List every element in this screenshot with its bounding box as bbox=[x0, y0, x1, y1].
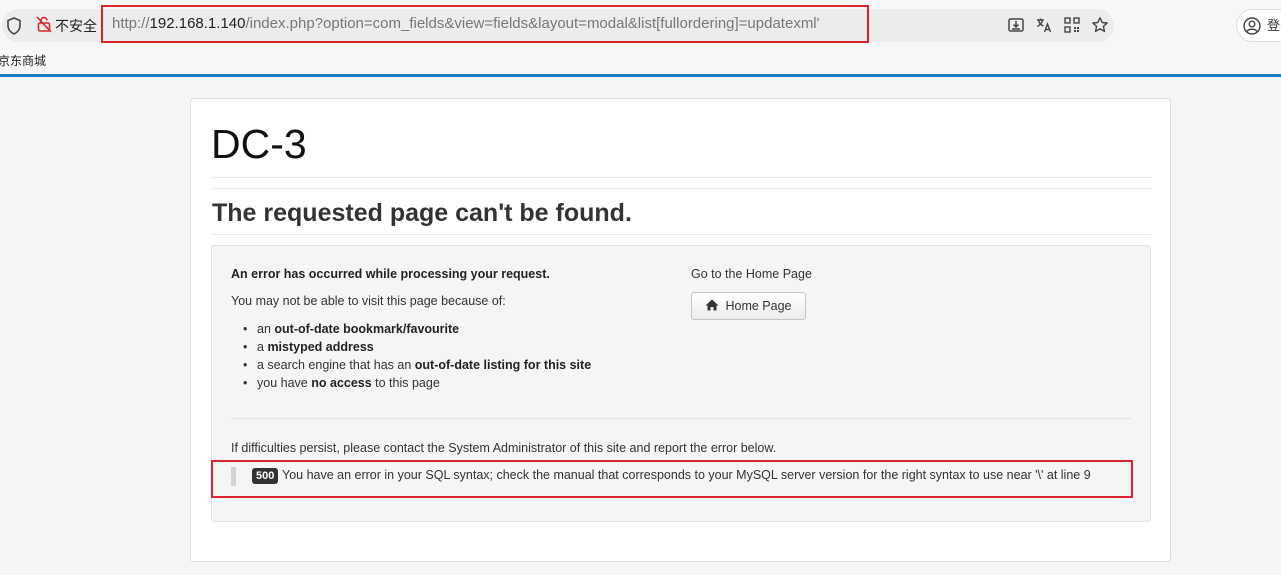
url-prefix: http:// bbox=[112, 15, 150, 32]
security-label: 不安全 bbox=[55, 17, 97, 34]
security-indicator[interactable]: 不安全 bbox=[36, 15, 97, 36]
error-title: An error has occurred while processing y… bbox=[231, 267, 550, 281]
shield-icon[interactable] bbox=[6, 17, 22, 35]
browser-chrome: 不安全 http://192.168.1.140/index.php?optio… bbox=[0, 0, 1281, 77]
list-item: an out-of-date bookmark/favourite bbox=[231, 320, 591, 338]
divider bbox=[231, 418, 1131, 419]
avatar-icon bbox=[1243, 17, 1261, 35]
error-page-card: DC-3 The requested page can't be found. … bbox=[190, 98, 1171, 562]
sql-error-highlight: 500 You have an error in your SQL syntax… bbox=[211, 460, 1133, 498]
divider bbox=[211, 177, 1151, 178]
install-icon[interactable] bbox=[1007, 16, 1025, 34]
list-item: a mistyped address bbox=[231, 338, 591, 356]
divider bbox=[211, 188, 1151, 189]
home-prompt: Go to the Home Page bbox=[691, 267, 812, 281]
qr-code-icon[interactable] bbox=[1063, 16, 1081, 34]
error-details-panel: An error has occurred while processing y… bbox=[211, 245, 1151, 522]
home-page-button[interactable]: Home Page bbox=[691, 292, 806, 320]
translate-icon[interactable] bbox=[1035, 16, 1053, 34]
profile-button[interactable]: 登录 bbox=[1236, 9, 1281, 42]
list-item: a search engine that has an out-of-date … bbox=[231, 356, 591, 374]
url-path: /index.php?option=com_fields&view=fields… bbox=[245, 15, 820, 32]
divider bbox=[211, 234, 1151, 235]
reasons-list: an out-of-date bookmark/favourite a mist… bbox=[231, 320, 591, 392]
home-icon bbox=[705, 299, 719, 314]
error-code-badge: 500 bbox=[252, 468, 279, 484]
blockquote-bar bbox=[231, 467, 236, 486]
insecure-lock-icon bbox=[36, 15, 52, 36]
sql-error-message: You have an error in your SQL syntax; ch… bbox=[282, 468, 1091, 482]
list-item: you have no access to this page bbox=[231, 374, 591, 392]
profile-label: 登录 bbox=[1267, 18, 1281, 33]
favorite-star-icon[interactable] bbox=[1091, 16, 1109, 34]
home-button-label: Home Page bbox=[725, 299, 792, 313]
url-host: 192.168.1.140 bbox=[149, 15, 246, 32]
error-intro: You may not be able to visit this page b… bbox=[231, 294, 506, 308]
site-title: DC-3 bbox=[211, 121, 307, 167]
contact-message: If difficulties persist, please contact … bbox=[231, 441, 777, 455]
url-field[interactable]: http://192.168.1.140/index.php?option=co… bbox=[101, 5, 869, 43]
page-heading: The requested page can't be found. bbox=[212, 199, 632, 227]
address-bar-actions bbox=[1007, 16, 1109, 34]
toolbar-divider bbox=[0, 74, 1281, 77]
bookmark-item[interactable]: 京东商城 bbox=[0, 52, 46, 69]
